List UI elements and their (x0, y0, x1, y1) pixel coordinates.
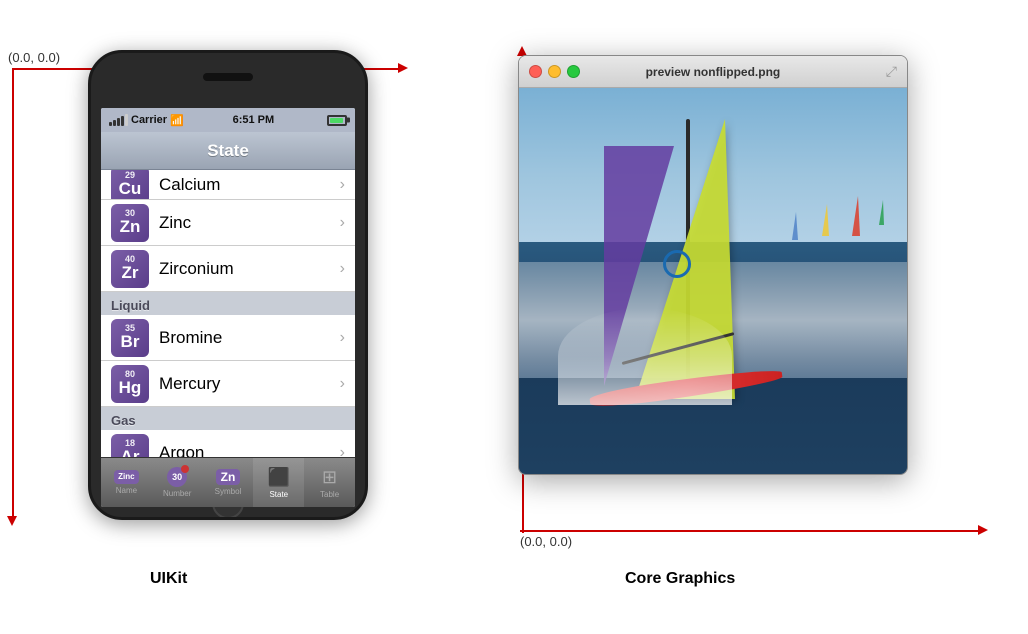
bromine-badge: 35 Br (111, 319, 149, 357)
bg-sail-4 (879, 200, 884, 225)
mercury-symbol: Hg (119, 379, 142, 398)
mac-window-title: preview nonflipped.png (586, 65, 880, 79)
core-graphics-label: Core Graphics (625, 570, 735, 588)
zinc-name: Zinc (159, 213, 330, 233)
iphone-speaker (203, 73, 253, 81)
tab-number-badge: 30 (167, 467, 187, 487)
table-row-mercury[interactable]: 80 Hg Mercury › (101, 361, 355, 407)
tab-table[interactable]: ⊞ Table (304, 458, 355, 507)
tab-state-label: State (269, 490, 288, 499)
section-header-gas: Gas (101, 407, 355, 430)
partial-row: 29 Cu Calcium › (101, 170, 355, 200)
bromine-name: Bromine (159, 328, 330, 348)
section-header-liquid: Liquid (101, 292, 355, 315)
signal-bar-3 (117, 118, 120, 126)
wifi-icon: 📶 (170, 114, 184, 127)
carrier-area: Carrier 📶 (109, 114, 184, 127)
partial-symbol: Cu (119, 180, 142, 199)
tab-number-dot (181, 465, 189, 473)
cg-h-axis-arrow (978, 525, 988, 535)
partial-element-name: Calcium (159, 175, 330, 195)
nav-bar-title: State (207, 141, 249, 161)
status-bar: Carrier 📶 6:51 PM (101, 108, 355, 132)
table-row-zinc[interactable]: 30 Zn Zinc › (101, 200, 355, 246)
bg-sail-1 (852, 196, 860, 236)
water-spray (558, 308, 733, 405)
zirconium-chevron: › (340, 260, 345, 278)
signal-bar-1 (109, 122, 112, 126)
status-time: 6:51 PM (233, 114, 275, 126)
battery-area (323, 115, 347, 126)
bg-sail-3 (792, 212, 798, 240)
table-row-bromine[interactable]: 35 Br Bromine › (101, 315, 355, 361)
battery-icon (327, 115, 347, 126)
tab-name[interactable]: Zinc Name (101, 458, 152, 507)
traffic-light-close[interactable] (529, 65, 542, 78)
uikit-v-axis-arrow (7, 516, 17, 526)
tab-state[interactable]: ⬛ State (253, 458, 304, 507)
partial-chevron: › (340, 176, 345, 194)
signal-bar-4 (121, 116, 124, 126)
carrier-label: Carrier (131, 114, 167, 126)
uikit-h-axis-top-arrow (398, 63, 408, 73)
zirconium-badge: 40 Zr (111, 250, 149, 288)
uikit-coord-label: (0.0, 0.0) (8, 50, 60, 65)
tab-name-label: Name (116, 486, 137, 495)
iphone-screen: Carrier 📶 6:51 PM State 29 Cu Calcium (101, 108, 355, 507)
tab-number[interactable]: 30 Number (152, 458, 203, 507)
uikit-label: UIKit (150, 570, 187, 588)
zirconium-name: Zirconium (159, 259, 330, 279)
cg-coord-label: (0.0, 0.0) (520, 534, 572, 549)
table-row-zirconium[interactable]: 40 Zr Zirconium › (101, 246, 355, 292)
partial-badge: 29 Cu (111, 170, 149, 200)
tab-bar: Zinc Name 30 Number Zn Symbol ⬛ State (101, 457, 355, 507)
traffic-light-maximize[interactable] (567, 65, 580, 78)
mac-window-content (519, 88, 907, 474)
zirconium-symbol: Zr (122, 264, 139, 283)
traffic-light-minimize[interactable] (548, 65, 561, 78)
iphone-mockup: Carrier 📶 6:51 PM State 29 Cu Calcium (88, 50, 368, 520)
mercury-badge: 80 Hg (111, 365, 149, 403)
mac-resize-icon[interactable]: ⤢ (886, 63, 897, 80)
tab-state-icon: ⬛ (268, 467, 290, 488)
tab-table-label: Table (320, 490, 339, 499)
zinc-symbol: Zn (120, 218, 141, 237)
bromine-symbol: Br (121, 333, 140, 352)
mercury-chevron: › (340, 375, 345, 393)
signal-bar-5 (125, 114, 128, 126)
bg-sail-2 (822, 204, 829, 236)
battery-fill (330, 118, 343, 123)
mac-titlebar: preview nonflipped.png ⤢ (519, 56, 907, 88)
nav-bar: State (101, 132, 355, 170)
tab-number-badge-text: 30 (172, 472, 182, 482)
tab-symbol-label: Symbol (215, 487, 242, 496)
tab-symbol-badge: Zn (216, 469, 241, 485)
zinc-badge: 30 Zn (111, 204, 149, 242)
tab-number-label: Number (163, 489, 191, 498)
signal-bar-2 (113, 120, 116, 126)
tab-symbol[interactable]: Zn Symbol (203, 458, 254, 507)
cg-h-axis (520, 530, 980, 532)
mac-window: preview nonflipped.png ⤢ (518, 55, 908, 475)
bromine-chevron: › (340, 329, 345, 347)
tab-table-icon: ⊞ (322, 467, 337, 488)
uikit-v-axis (12, 68, 14, 520)
surf-scene (519, 88, 907, 474)
signal-bars (109, 114, 128, 126)
zinc-chevron: › (340, 214, 345, 232)
sail-circle-decoration (663, 250, 691, 278)
tab-name-badge: Zinc (114, 470, 138, 483)
mercury-name: Mercury (159, 374, 330, 394)
